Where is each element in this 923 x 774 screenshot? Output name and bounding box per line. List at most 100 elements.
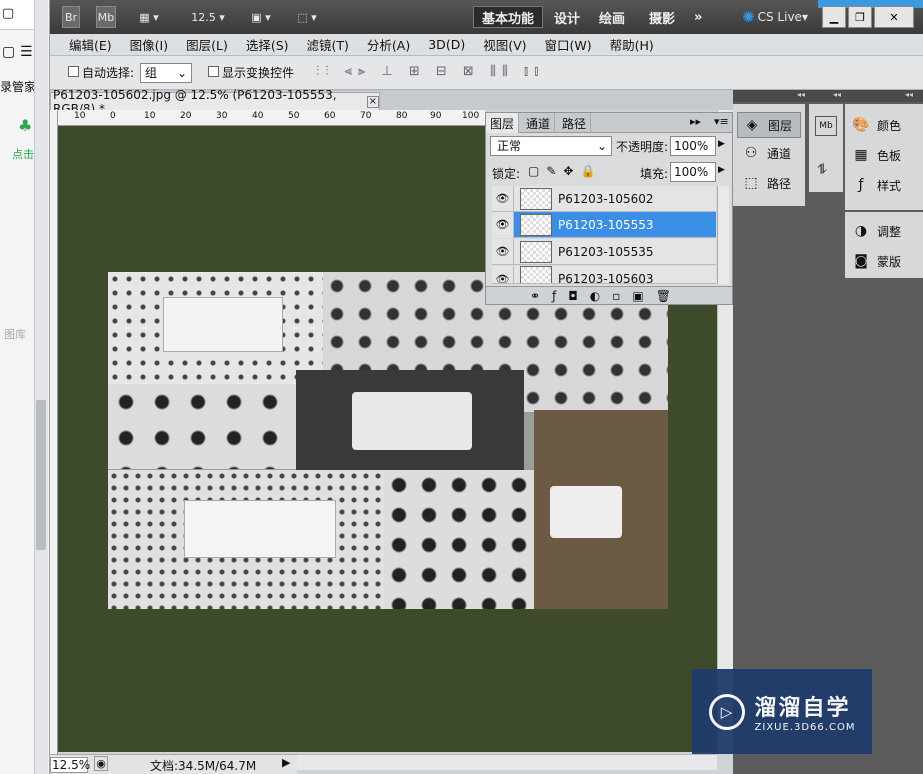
ruler-tick: 100 — [462, 111, 480, 121]
panel-collapse-icon[interactable]: ▸▸ — [690, 115, 701, 128]
dock-styles-button[interactable]: ƒ 样式 — [851, 176, 901, 194]
auto-select-checkbox[interactable] — [68, 66, 79, 77]
panel-icon[interactable]: ▢ — [2, 44, 15, 60]
fill-label: 填充: — [640, 167, 669, 181]
ruler-tick: 60 — [324, 111, 336, 121]
layer-row[interactable]: 👁 P61203-105602 — [492, 185, 716, 212]
fill-input[interactable]: 100% — [670, 162, 716, 182]
show-transform-label: 显示变换控件 — [222, 66, 295, 80]
tab-layers[interactable]: 图层 — [486, 113, 520, 133]
menu-analysis[interactable]: 分析(A) — [358, 35, 419, 54]
ruler-tick: 70 — [360, 111, 372, 121]
dock-channels-button[interactable]: ⚇ 通道 — [737, 144, 791, 162]
fill-arrow-icon[interactable]: ▶ — [718, 165, 725, 175]
collapse-icon[interactable]: ◂◂ — [905, 90, 913, 99]
router-label-sticker-2 — [184, 500, 336, 558]
bridge-button[interactable]: Br — [62, 6, 80, 28]
menu-filter[interactable]: 滤镜(T) — [298, 35, 358, 54]
workspace-essentials[interactable]: 基本功能 — [473, 6, 544, 28]
maximize-button[interactable]: ❐ — [848, 6, 872, 28]
opacity-arrow-icon[interactable]: ▶ — [718, 139, 725, 149]
more-workspaces-button[interactable]: » — [686, 6, 710, 28]
adjustments-icon: ◑ — [854, 223, 868, 239]
menu-icon[interactable]: ☰ — [20, 44, 33, 60]
click-label: 点击 — [12, 148, 34, 161]
workspace-label: 设计 — [554, 11, 581, 27]
layer-row-selected[interactable]: 👁 P61203-105553 — [492, 211, 716, 238]
left-scroll-thumb[interactable] — [36, 400, 46, 550]
screen-mode-dropdown[interactable]: ⬚ ▾ — [290, 6, 324, 28]
lock-icons[interactable]: ▢✎✥🔒 — [528, 164, 602, 178]
dock-label: 通道 — [767, 146, 792, 161]
eye-icon[interactable]: 👁 — [492, 266, 514, 283]
menu-layer[interactable]: 图层(L) — [177, 35, 237, 54]
menu-select[interactable]: 选择(S) — [237, 35, 298, 54]
layers-footer-buttons[interactable]: ⚭ƒ◘◐▫▣🗑 — [486, 286, 732, 304]
layers-scrollbar[interactable] — [717, 186, 729, 284]
layer-name: P61203-105602 — [558, 191, 654, 206]
router-white — [550, 486, 622, 538]
opacity-input[interactable]: 100% — [670, 136, 716, 156]
tab-channels[interactable]: 通道 — [522, 113, 556, 133]
channels-icon: ⚇ — [744, 145, 758, 161]
clone-source-icon[interactable]: ⥮ — [817, 162, 827, 178]
layers-icon: ◈ — [746, 117, 758, 133]
workspace-photography[interactable]: 摄影 — [641, 6, 683, 28]
workspace-painting[interactable]: 绘画 — [591, 6, 633, 28]
status-zoom[interactable]: 12.5% — [50, 757, 90, 773]
manager-label: 录管家 — [0, 80, 34, 94]
menu-help[interactable]: 帮助(H) — [601, 35, 663, 54]
dock-masks-button[interactable]: ◙ 蒙版 — [851, 252, 901, 270]
collapse-icon[interactable]: ◂◂ — [833, 90, 841, 99]
menu-image[interactable]: 图像(I) — [121, 35, 177, 54]
dock-column-3: 🎨 颜色 ▦ 色板 ƒ 样式 — [845, 104, 923, 210]
auto-select-dropdown[interactable]: 组 ⌄ — [140, 63, 192, 83]
zoom-level-dropdown[interactable]: 12.5 ▾ — [186, 6, 230, 28]
eye-icon[interactable]: 👁 — [492, 211, 514, 238]
menu-view[interactable]: 视图(V) — [474, 35, 535, 54]
ruler-tick: 40 — [252, 111, 264, 121]
document-image[interactable] — [108, 272, 668, 609]
mini-bridge-button[interactable]: Mb — [96, 6, 116, 28]
paths-icon: ⬚ — [744, 175, 758, 191]
menu-window[interactable]: 窗口(W) — [536, 35, 601, 54]
leaf-icon: ♣ — [18, 116, 33, 135]
layer-row[interactable]: 👁 P61203-105535 — [492, 238, 716, 265]
eye-icon[interactable]: 👁 — [492, 238, 514, 265]
layer-name: P61203-105553 — [558, 217, 654, 232]
minimize-button[interactable]: ▁ — [822, 6, 846, 28]
lock-label: 锁定: — [492, 167, 521, 181]
restore-icon[interactable]: ▢ — [2, 6, 14, 21]
dock-color-button[interactable]: 🎨 颜色 — [851, 116, 901, 134]
status-icon[interactable]: ◉ — [94, 756, 108, 771]
document-tab[interactable]: P61203-105602.jpg @ 12.5% (P61203-105553… — [50, 88, 380, 116]
mini-bridge-icon[interactable]: Mb — [815, 116, 837, 136]
panel-menu-icon[interactable]: ▾≡ — [714, 115, 729, 128]
dock-swatches-button[interactable]: ▦ 色板 — [851, 146, 901, 164]
dock-label: 颜色 — [877, 118, 902, 133]
align-buttons[interactable]: ⫶⫶ ⫷⫸ ⊥ ⊞ ⊟ ⊠ ⫼⫼ ⫾⫾ — [316, 64, 544, 82]
dock-adjustments-button[interactable]: ◑ 调整 — [851, 222, 901, 240]
layer-row[interactable]: 👁 P61203-105603 — [492, 266, 716, 284]
dock-paths-button[interactable]: ⬚ 路径 — [737, 174, 791, 192]
close-window-button[interactable]: ✕ — [874, 6, 914, 28]
left-scrollbar[interactable] — [34, 0, 48, 774]
collapse-icon[interactable]: ◂◂ — [797, 90, 805, 99]
show-transform-checkbox[interactable] — [208, 66, 219, 77]
dock-layers-button[interactable]: ◈ 图层 — [737, 112, 801, 138]
canvas-horizontal-scrollbar[interactable] — [297, 754, 717, 770]
view-extras-dropdown[interactable]: ▦ ▾ — [134, 6, 164, 28]
blend-mode-dropdown[interactable]: 正常 ⌄ — [490, 136, 612, 156]
cs-live-button[interactable]: ✺ CS Live ▾ — [736, 6, 814, 28]
dock-label: 样式 — [877, 178, 902, 193]
close-tab-icon[interactable]: × — [366, 95, 379, 108]
status-menu-arrow-icon[interactable]: ▶ — [282, 756, 290, 769]
menu-edit[interactable]: 编辑(E) — [50, 35, 121, 54]
cs-live-icon: ✺ — [742, 8, 755, 26]
arrange-documents-dropdown[interactable]: ▣ ▾ — [244, 6, 278, 28]
tab-paths[interactable]: 路径 — [558, 113, 592, 133]
eye-icon[interactable]: 👁 — [492, 185, 514, 212]
workspace-design[interactable]: 设计 — [546, 6, 588, 28]
ruler-tick: 20 — [180, 111, 192, 121]
menu-3d[interactable]: 3D(D) — [419, 37, 474, 52]
